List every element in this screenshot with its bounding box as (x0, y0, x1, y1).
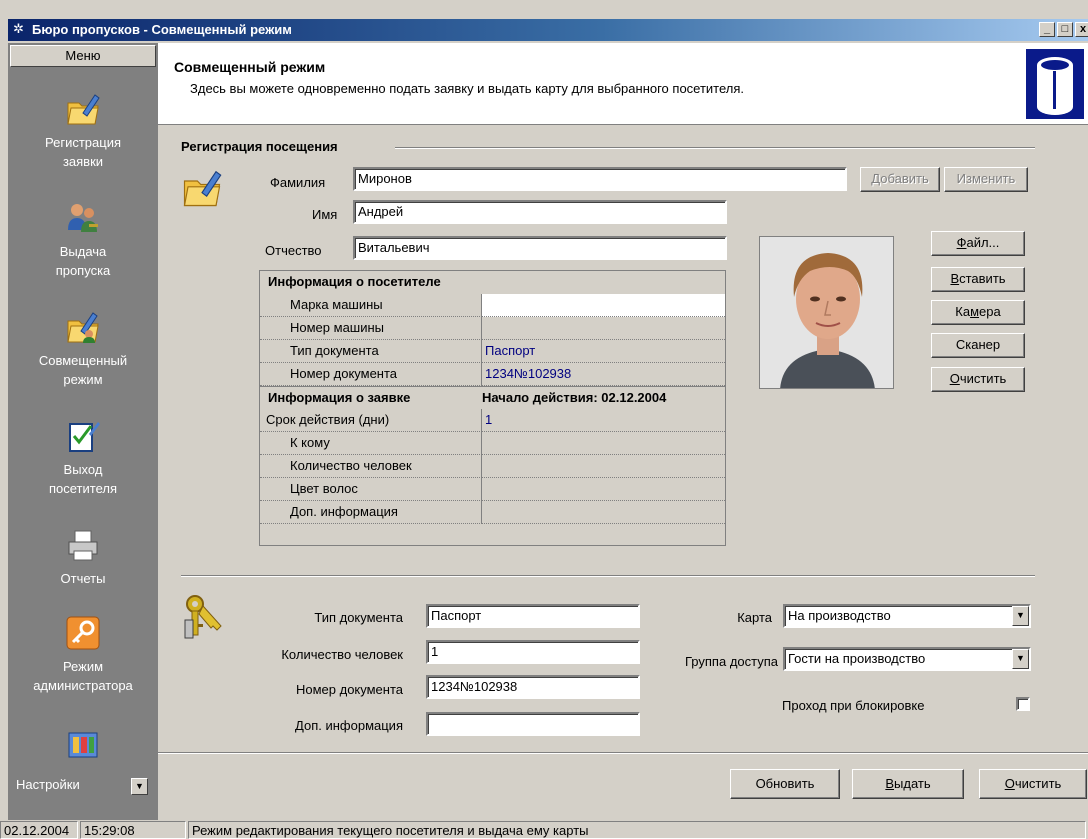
sidebar-item-combined-mode[interactable]: Совмещенный режим (8, 309, 158, 389)
folder-pen-icon (67, 94, 100, 125)
users-key-icon (68, 204, 98, 232)
key-icon (66, 616, 100, 650)
section-separator (181, 575, 1035, 577)
group-divider (395, 147, 1035, 149)
photo-paste-button[interactable]: Вставить (931, 267, 1025, 292)
sidebar-item-label: Выход посетителя (48, 462, 117, 496)
edit-button[interactable]: Изменить (944, 167, 1028, 192)
sidebar-item-visitor-exit[interactable]: Выход посетителя (8, 418, 158, 498)
block-pass-label: Проход при блокировке (782, 698, 925, 713)
sidebar-item-reports[interactable]: Отчеты (8, 527, 158, 588)
keys-icon (184, 595, 222, 639)
page-subtitle: Здесь вы можете одновременно подать заяв… (190, 81, 745, 96)
title-bar[interactable]: ✲ Бюро пропусков - Совмещенный режим _ □… (8, 19, 1088, 41)
sidebar-item-label: Режим администратора (33, 659, 133, 693)
sidebar-item-label: Выдача пропуска (55, 244, 111, 278)
photo-clear-button[interactable]: Очистить (931, 367, 1025, 392)
action-bar-divider (158, 752, 1088, 754)
app-window: ✲ Бюро пропусков - Совмещенный режим _ □… (0, 0, 1088, 839)
chevron-down-icon[interactable]: ▼ (1012, 606, 1029, 626)
visitor-info-header: Информация о посетителе (268, 274, 441, 289)
sidebar-item-pass-issue[interactable]: Выдача пропуска (8, 200, 158, 280)
card-label: Карта (737, 610, 772, 625)
refresh-button[interactable]: Обновить (730, 769, 840, 799)
doc-type-field[interactable]: Паспорт (426, 604, 640, 628)
window-title: Бюро пропусков - Совмещенный режим (32, 22, 292, 37)
visitor-photo (759, 236, 894, 389)
folder-pen-icon (183, 170, 222, 207)
surname-label: Фамилия (270, 175, 326, 190)
grid-row[interactable]: Номер машины (260, 317, 725, 340)
photo-file-button[interactable]: Файл... (931, 231, 1025, 256)
extra-info-label: Доп. информация (295, 718, 403, 733)
app-icon: ✲ (13, 21, 24, 36)
sidebar-item-label: Настройки (16, 777, 80, 792)
sidebar-item-label: Совмещенный режим (38, 353, 128, 387)
extra-info-field[interactable] (426, 712, 640, 736)
photo-scanner-button[interactable]: Сканер (931, 333, 1025, 358)
grid-row[interactable]: Тип документа Паспорт (260, 340, 725, 363)
access-group-label: Группа доступа (685, 654, 778, 669)
page-header: Совмещенный режим Здесь вы можете одновр… (158, 43, 1088, 125)
visitor-portrait-image (760, 237, 893, 388)
status-message: Режим редактирования текущего посетителя… (188, 821, 1086, 839)
chevron-down-icon[interactable]: ▼ (1012, 649, 1029, 669)
name-field[interactable]: Андрей (353, 200, 727, 224)
grid-row[interactable]: Марка машины (260, 294, 725, 317)
sidebar: Меню Регистрация заявки Выдача пропуска (8, 43, 158, 821)
grid-row[interactable]: Доп. информация (260, 501, 725, 524)
grid-row[interactable]: Цвет волос (260, 478, 725, 501)
database-logo-icon (1026, 49, 1084, 119)
card-select[interactable]: На производство ▼ (783, 604, 1031, 628)
access-group-select[interactable]: Гости на производство ▼ (783, 647, 1031, 671)
sidebar-menu-header[interactable]: Меню (10, 45, 156, 67)
sidebar-scroll-down-button[interactable]: ▼ (131, 778, 148, 795)
registration-group-title: Регистрация посещения (181, 139, 338, 154)
issue-button[interactable]: Выдать (852, 769, 964, 799)
request-info-header: Информация о заявке Начало действия: 02.… (260, 386, 725, 409)
surname-field[interactable]: Миронов (353, 167, 847, 191)
sidebar-item-label: Отчеты (60, 571, 106, 586)
minimize-button[interactable]: _ (1039, 22, 1055, 37)
block-pass-checkbox[interactable] (1016, 697, 1030, 711)
info-grid: Информация о посетителе Марка машины Ном… (259, 270, 726, 546)
grid-row[interactable]: Срок действия (дни) 1 (260, 409, 725, 432)
photo-camera-button[interactable]: Камера (931, 300, 1025, 325)
folder-user-icon (67, 312, 99, 343)
patronymic-field[interactable]: Витальевич (353, 236, 727, 260)
printer-icon (68, 530, 98, 561)
grid-row[interactable]: Количество человек (260, 455, 725, 478)
add-button[interactable]: Добавить (860, 167, 940, 192)
sidebar-item-registration[interactable]: Регистрация заявки (8, 91, 158, 171)
grid-row[interactable]: К кому (260, 432, 725, 455)
status-time: 15:29:08 (80, 821, 186, 839)
doc-number-label: Номер документа (295, 682, 403, 697)
sidebar-item-admin-mode[interactable]: Режим администратора (8, 615, 158, 695)
page-title: Совмещенный режим (174, 59, 326, 75)
settings-icon[interactable] (65, 727, 101, 763)
status-date: 02.12.2004 (0, 821, 78, 839)
doc-number-field[interactable]: 1234№102938 (426, 675, 640, 699)
people-count-field[interactable]: 1 (426, 640, 640, 664)
doc-type-label: Тип документа (314, 610, 403, 625)
people-count-label: Количество человек (281, 647, 403, 662)
patronymic-label: Отчество (265, 243, 322, 258)
grid-row[interactable]: Номер документа 1234№102938 (260, 363, 725, 386)
close-button[interactable]: x (1075, 22, 1088, 37)
sidebar-item-label: Регистрация заявки (45, 135, 121, 169)
status-bar: 02.12.2004 15:29:08 Режим редактирования… (0, 820, 1088, 839)
name-label: Имя (312, 207, 338, 222)
checklist-icon (69, 422, 100, 452)
maximize-button[interactable]: □ (1057, 22, 1073, 37)
clear-button[interactable]: Очистить (979, 769, 1087, 799)
